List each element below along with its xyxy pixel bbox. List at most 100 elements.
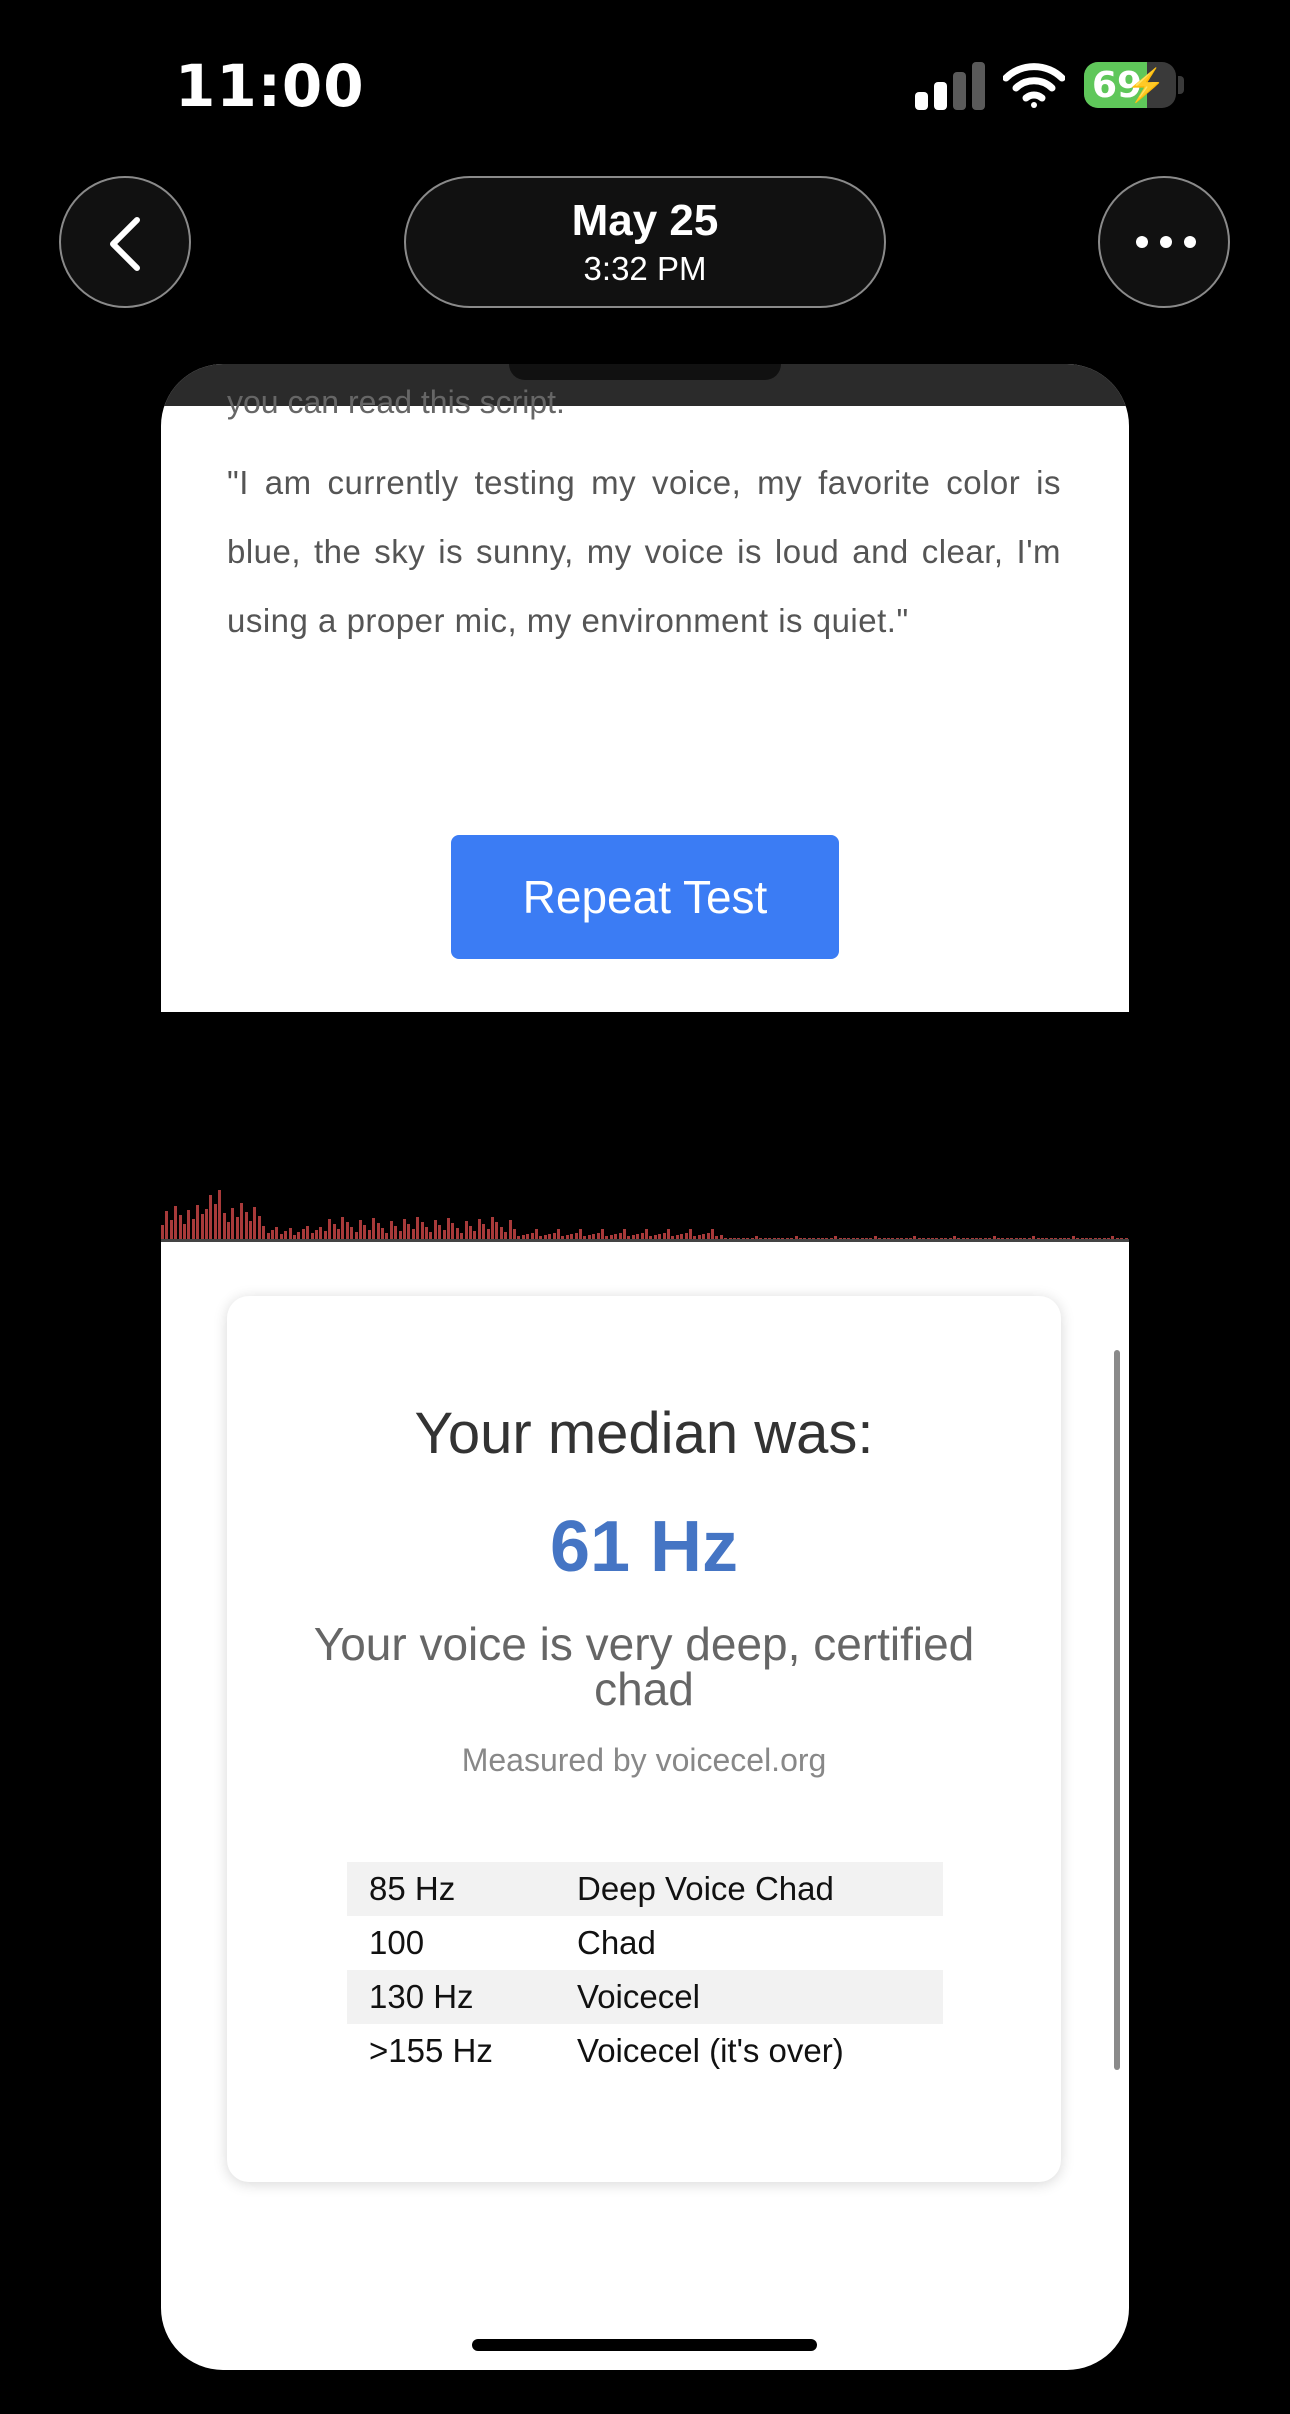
visualizer-bar (416, 1217, 420, 1239)
visualizer-bar (174, 1206, 178, 1239)
visualizer-bar (323, 1231, 327, 1239)
table-cell-frequency: 130 Hz (347, 1970, 555, 2024)
table-cell-label: Voicecel (it's over) (577, 2032, 844, 2069)
visualizer-bar (398, 1231, 402, 1239)
wifi-icon (1003, 63, 1065, 108)
visualizer-bar (394, 1226, 398, 1239)
visualizer-bar (271, 1230, 274, 1239)
nav-time: 3:32 PM (583, 250, 707, 287)
visualizer-bar (376, 1223, 380, 1239)
visualizer-bar (213, 1204, 217, 1239)
repeat-test-button[interactable]: Repeat Test (451, 835, 839, 959)
visualizer-bar (407, 1224, 411, 1239)
table-cell-frequency: 85 Hz (347, 1862, 555, 1916)
visualizer-bar (315, 1230, 318, 1239)
visualizer-bar (240, 1203, 244, 1239)
visualizer-bar (249, 1221, 252, 1239)
visualizer-bar (288, 1228, 292, 1239)
visualizer-bar (222, 1213, 226, 1239)
visualizer-bar (473, 1231, 477, 1239)
visualizer-bar (579, 1229, 582, 1239)
more-options-button[interactable] (1098, 176, 1230, 308)
visualizer-bar (244, 1212, 248, 1239)
visualizer-bar (513, 1229, 516, 1239)
visualizer-bar (284, 1231, 288, 1239)
table-cell-label: Deep Voice Chad (555, 1862, 943, 1916)
visualizer-bar (623, 1229, 626, 1239)
visualizer-bar (464, 1221, 468, 1239)
visualizer-bar (451, 1223, 455, 1239)
visualizer-bar (420, 1222, 424, 1239)
visualizer-bar (372, 1218, 376, 1239)
table-row: 85 Hz Deep Voice Chad (347, 1862, 943, 1916)
median-value: 61 Hz (549, 1507, 739, 1587)
table-cell-frequency: 100 (369, 1924, 425, 1961)
visualizer-bar (253, 1207, 257, 1239)
visualizer-bar (499, 1227, 503, 1239)
visualizer-baseline (161, 1239, 1129, 1242)
visualizer-bar (389, 1221, 393, 1239)
battery-icon: 69 ⚡ (1084, 62, 1176, 108)
visualizer-bar (491, 1217, 494, 1239)
visualizer-bar (332, 1224, 336, 1239)
visualizer-bar (535, 1229, 538, 1239)
visualizer-bar (429, 1232, 433, 1239)
audio-visualizer (161, 1012, 1129, 1242)
home-indicator[interactable] (472, 2339, 817, 2351)
status-bar: 11:00 69 ⚡ (0, 0, 1290, 170)
signal-icon (915, 62, 985, 110)
visualizer-bar (354, 1232, 358, 1239)
visualizer-bar (301, 1229, 305, 1239)
web-page: you can read this script. "I am currentl… (161, 384, 1129, 2370)
visualizer-bar (319, 1227, 323, 1239)
median-label: Your median was: (414, 1401, 874, 1466)
script-quote: "I am currently testing my voice, my fav… (227, 464, 1061, 639)
visualizer-bar (601, 1229, 604, 1239)
visualizer-bar (367, 1230, 371, 1239)
visualizer-bar (447, 1218, 450, 1239)
visualizer-bar (205, 1209, 208, 1239)
visualizer-bar (425, 1227, 428, 1239)
visualizer-bar (306, 1226, 310, 1239)
nav-date: May 25 (571, 196, 719, 245)
visualizer-bar (200, 1214, 204, 1239)
visualizer-bar (557, 1229, 560, 1239)
visualizer-bar (381, 1228, 384, 1239)
visualizer-bar (209, 1195, 213, 1239)
visualizer-bar (341, 1217, 345, 1239)
visualizer-bar (257, 1216, 261, 1239)
page-scrollbar[interactable] (1114, 1350, 1120, 2070)
visualizer-bar (504, 1232, 508, 1239)
visualizer-bar (455, 1228, 459, 1239)
visualizer-bar (438, 1225, 442, 1239)
visualizer-bar (275, 1227, 279, 1239)
visualizer-bar (328, 1219, 332, 1239)
visualizer-bar (183, 1224, 186, 1239)
visualizer-bar (187, 1210, 191, 1239)
visualizer-bar (262, 1226, 266, 1239)
visualizer-bar (645, 1229, 648, 1239)
status-time: 11:00 (175, 52, 365, 120)
measured-by-text: Measured by voicecel.org (461, 1742, 827, 1778)
ellipsis-icon (1136, 236, 1196, 248)
table-cell-frequency: >155 Hz (369, 2032, 493, 2069)
table-row: 100 Chad (347, 1916, 943, 1970)
voice-verdict: Your voice is very deep, certified chad (313, 1618, 975, 1715)
visualizer-bar (711, 1229, 714, 1239)
visualizer-bar (191, 1219, 195, 1239)
visualizer-bar (403, 1219, 406, 1239)
chevron-left-icon (110, 217, 140, 271)
charging-bolt-icon: ⚡ (1126, 67, 1166, 103)
visualizer-bar (161, 1225, 164, 1239)
visualizer-bar (469, 1226, 472, 1239)
visualizer-bar (231, 1208, 235, 1239)
visualizer-bar (482, 1224, 486, 1239)
visualizer-bar (235, 1217, 239, 1239)
table-cell-label: Chad (577, 1924, 656, 1961)
date-time-pill[interactable]: May 25 3:32 PM (404, 176, 886, 308)
visualizer-bar (477, 1219, 481, 1239)
back-button[interactable] (59, 176, 191, 308)
table-row: 130 Hz Voicecel (347, 1970, 943, 2024)
visualizer-bar (165, 1211, 169, 1239)
table-cell-label: Voicecel (555, 1970, 943, 2024)
